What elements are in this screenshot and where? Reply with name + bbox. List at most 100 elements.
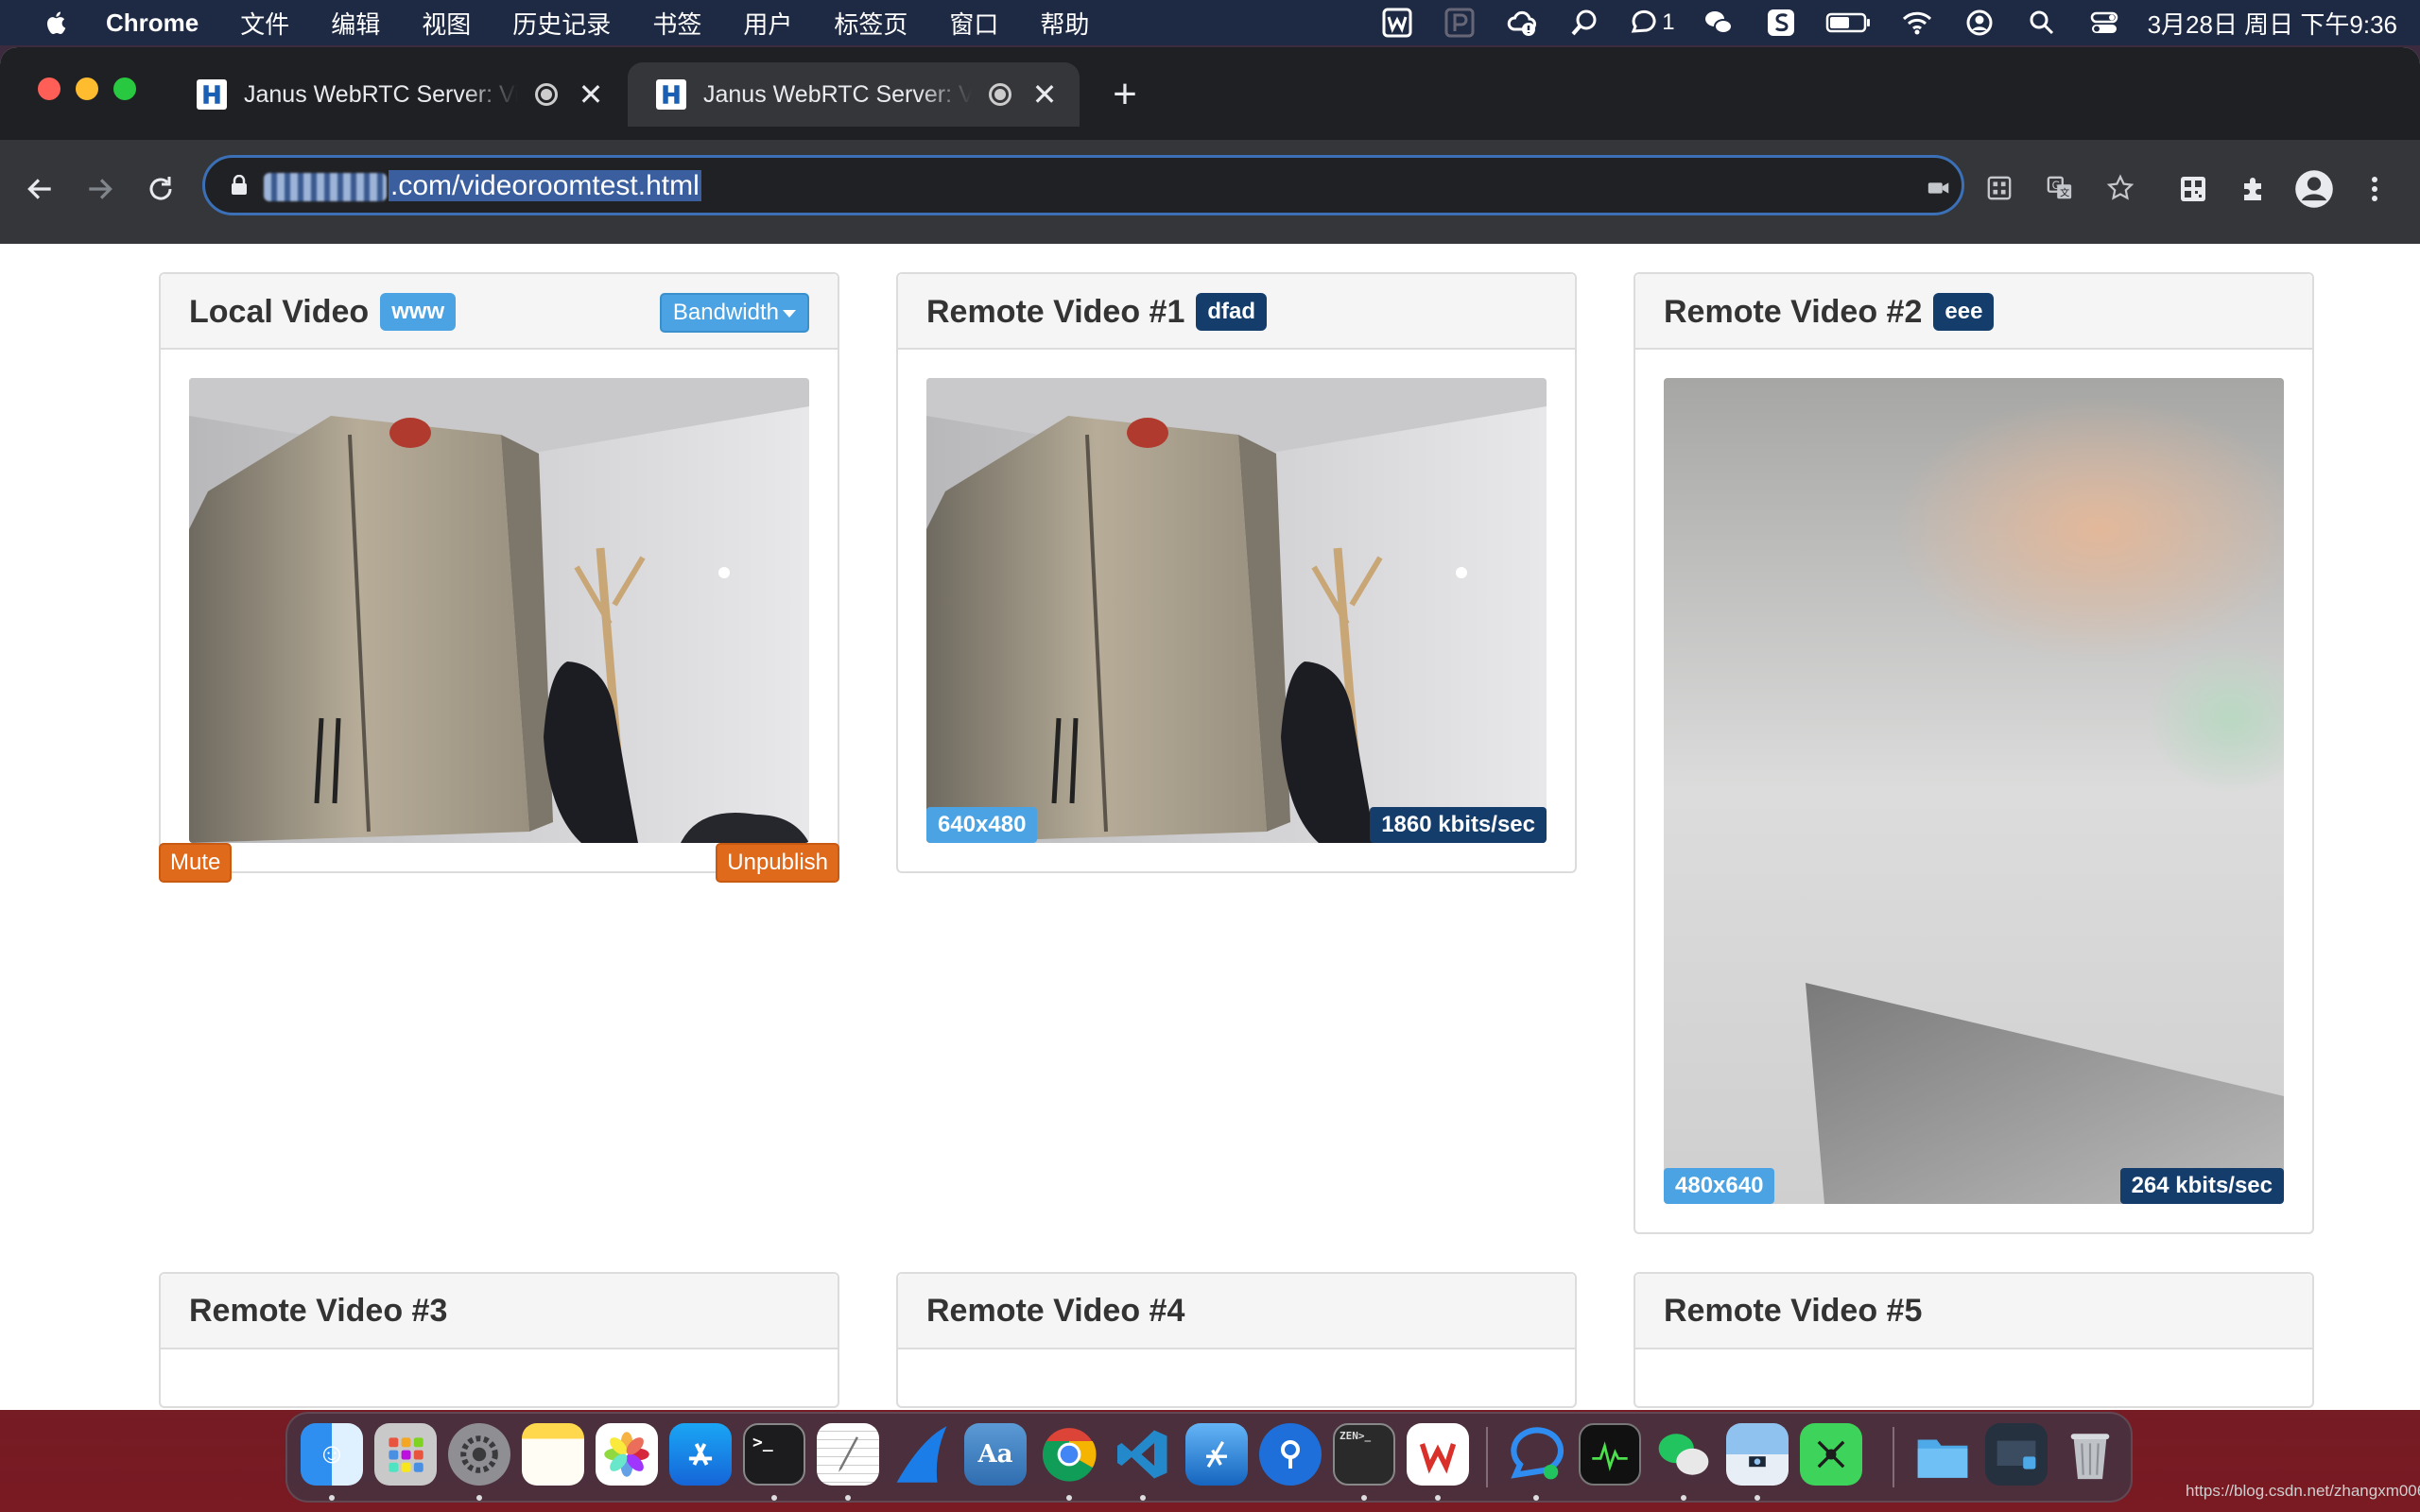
svg-text:文: 文 [2060,186,2069,198]
profile-avatar-icon[interactable] [2291,166,2337,212]
screenshot-icon[interactable] [1985,1423,2048,1486]
translate-icon[interactable]: G文 [2043,171,2077,205]
panel-heading: Remote Video #4 [898,1274,1575,1349]
menu-tab[interactable]: 标签页 [834,6,908,41]
user-icon[interactable] [1961,4,1998,42]
dock-running-indicator [1533,1495,1539,1501]
remote-video-stream-1[interactable]: 640x480 1860 kbits/sec [926,378,1547,843]
wechat-icon[interactable] [1652,1423,1715,1486]
janus-favicon-icon [656,79,686,110]
new-tab-button[interactable]: + [1102,72,1148,117]
folder-icon[interactable] [1911,1423,1974,1486]
pin-icon[interactable] [1259,1423,1322,1486]
mindmap-icon[interactable] [1800,1423,1862,1486]
camera-in-use-icon[interactable] [1922,171,1956,205]
menu-bookmarks[interactable]: 书签 [652,6,701,41]
menu-window[interactable]: 窗口 [949,6,998,41]
lock-icon[interactable] [230,175,249,196]
dictionary-icon[interactable]: Aa [964,1423,1027,1486]
camera-feed-room [189,378,809,843]
search-icon[interactable] [2023,4,2061,42]
qr-extension-icon[interactable] [2170,166,2216,212]
photos-icon[interactable] [596,1423,658,1486]
activity-monitor-icon[interactable] [1579,1423,1641,1486]
qr-code-icon[interactable] [1982,171,2016,205]
finder-icon[interactable]: ☺ [301,1423,363,1486]
minimize-window-button[interactable] [76,77,98,100]
menu-history[interactable]: 历史记录 [512,6,611,41]
panel-heading: Local Video www Bandwidth [161,274,838,350]
panel-heading: Remote Video #3 [161,1274,838,1349]
appstore-icon[interactable] [669,1423,732,1486]
control-center-icon[interactable] [2085,4,2123,42]
terminal-icon[interactable]: >_ [743,1423,805,1486]
remote-video-title: Remote Video #1 [926,293,1185,330]
panel-heading: Remote Video #2 eee [1635,274,2312,350]
menu-edit[interactable]: 编辑 [331,6,380,41]
zoom-window-button[interactable] [113,77,136,100]
reload-icon[interactable] [138,166,183,212]
remote-video-title: Remote Video #4 [926,1293,1185,1329]
remote-video-panel-2: Remote Video #2 eee 480x640 264 kbits/se… [1634,272,2314,1234]
address-bar[interactable]: .com/videoroomtest.html G文 [202,155,2135,215]
menu-people[interactable]: 用户 [743,6,792,41]
remote-video-title: Remote Video #3 [189,1293,448,1329]
launchpad-icon[interactable] [374,1423,437,1486]
back-arrow-icon[interactable] [17,166,62,212]
forward-arrow-icon[interactable] [78,166,123,212]
notification-count: 1 [1662,9,1675,35]
zen-icon[interactable]: ZEN>_ [1333,1423,1395,1486]
menubar-clock[interactable]: 3月28日 周日 下午9:36 [2148,6,2397,41]
extensions-puzzle-icon[interactable] [2231,166,2276,212]
system-prefs-icon[interactable] [448,1423,510,1486]
wps-icon[interactable] [1378,4,1416,42]
dock-divider [1893,1427,1894,1487]
vscode-icon[interactable] [1112,1423,1174,1486]
more-menu-icon[interactable] [2352,166,2397,212]
wireshark-icon[interactable] [890,1423,953,1486]
unpublish-button[interactable]: Unpublish [716,843,839,883]
apple-icon[interactable] [38,4,76,42]
chat-icon[interactable]: 1 [1628,4,1675,42]
dock-divider [1486,1427,1488,1487]
menu-view[interactable]: 视图 [422,6,471,41]
trash-icon[interactable] [2059,1423,2121,1486]
menu-help[interactable]: 帮助 [1040,6,1089,41]
s-icon[interactable] [1762,4,1800,42]
mute-button[interactable]: Mute [159,843,233,883]
tab-title: Janus WebRTC Server: Video Room [703,80,972,108]
tab-video-room-2[interactable]: Janus WebRTC Server: Video Room ✕ [628,62,1080,127]
menu-app-name[interactable]: Chrome [106,9,199,38]
dock-running-indicator [476,1495,482,1501]
panel-title: Remote Video #2 eee [1664,293,1995,331]
camera-feed-blurred [1664,378,2284,1204]
camera-feed-room [926,378,1547,843]
chrome-icon[interactable] [1038,1423,1100,1486]
menu-file[interactable]: 文件 [240,6,289,41]
textedit-icon[interactable] [817,1423,879,1486]
notes-icon[interactable] [522,1423,584,1486]
bookmark-star-icon[interactable] [2103,171,2137,205]
wps-icon[interactable] [1407,1423,1469,1486]
search-alt-icon[interactable] [1565,4,1603,42]
url-text[interactable]: .com/videoroomtest.html [264,165,701,207]
close-window-button[interactable] [38,77,60,100]
chat-icon[interactable] [1505,1423,1567,1486]
tab-video-room-1[interactable]: Janus WebRTC Server: Video Room ✕ [168,62,626,127]
dock-running-indicator [1361,1495,1367,1501]
xcode-icon[interactable] [1185,1423,1248,1486]
cloud-alert-icon[interactable] [1503,4,1541,42]
battery-icon[interactable] [1824,4,1874,42]
browser-window: Janus WebRTC Server: Video Room ✕ Janus … [0,47,2420,1410]
wechat-icon[interactable] [1700,4,1737,42]
preview-icon[interactable] [1726,1423,1789,1486]
p-icon[interactable] [1441,4,1478,42]
wifi-icon[interactable] [1898,4,1936,42]
local-video-stream[interactable] [189,378,809,843]
bandwidth-dropdown-button[interactable]: Bandwidth [659,293,809,333]
close-icon[interactable]: ✕ [1028,77,1061,112]
close-icon[interactable]: ✕ [575,77,607,112]
remote-video-stream-2[interactable]: 480x640 264 kbits/sec [1664,378,2284,1204]
remote-video-panel-1: Remote Video #1 dfad 640x480 1860 kbits/… [896,272,1577,873]
tab-title: Janus WebRTC Server: Video Room [244,80,518,108]
